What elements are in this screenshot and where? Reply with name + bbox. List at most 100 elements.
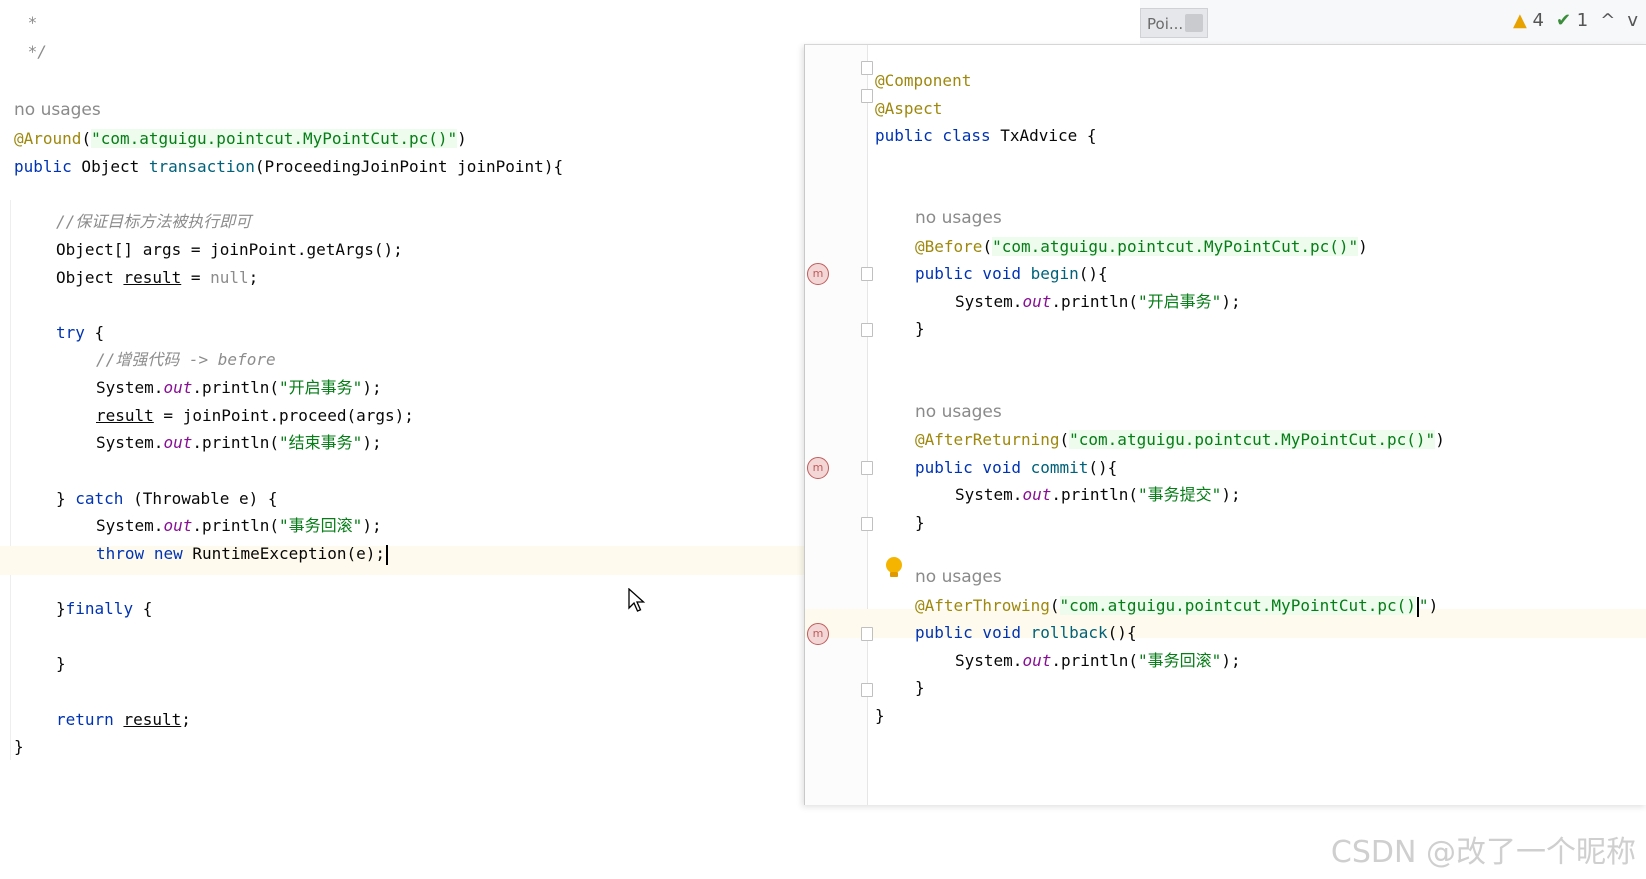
var-result: result [96,406,154,425]
method-params: (ProceedingJoinPoint joinPoint){ [254,157,564,176]
warnings-indicator[interactable]: ▲ 4 [1513,10,1544,31]
comment-line: //增强代码 -> before [96,350,276,369]
brace: { [84,323,105,342]
fold-marker-icon[interactable] [861,323,873,337]
method-commit-sig: public void commit(){ [915,453,1117,482]
return-line: return result; [56,705,191,734]
string-literal: "开启事务" [1138,292,1222,311]
println-call: .println( [192,378,280,397]
tab-pointcut[interactable]: Poi... [1140,8,1208,38]
method-name: begin [1030,264,1079,283]
fold-marker-icon[interactable] [861,267,873,281]
after-returning-line: @AfterReturning("com.atguigu.pointcut.My… [915,430,1445,449]
close-brace: } [915,319,925,338]
checks-count: 1 [1576,10,1589,31]
exception-ctor: RuntimeException(e); [182,544,386,563]
comment-line: * [18,13,38,32]
around-annotation: @Around [14,129,82,148]
try-line: try { [56,318,104,347]
close-brace: } [915,513,925,532]
indent-guide [10,200,11,760]
type-object: Object [56,268,124,287]
pointcut-string: "com.atguigu.pointcut.MyPointCut.pc()" [1069,430,1436,449]
system-ref: System. [96,433,164,452]
annotation-component: @Component [875,71,972,90]
class-declaration: public class TxAdvice { [875,121,1097,150]
gutter [805,45,868,805]
fold-marker-icon[interactable] [861,461,873,475]
string-literal: "事务回滚" [1138,651,1222,670]
var-result: result [123,710,182,729]
keyword-try: try [56,323,85,342]
println-call: .println( [192,516,280,535]
var-result: result [123,268,182,287]
fold-marker-icon[interactable] [861,517,873,531]
after-throwing-line: @AfterThrowing("com.atguigu.pointcut.MyP… [915,596,1439,617]
string-literal: "事务提交" [1138,485,1222,504]
ann-aspect: @Aspect [875,94,942,123]
keyword-public-class: public class [875,126,991,145]
pointcut-string: "com.atguigu.pointcut.MyPointCut.pc() [1059,596,1416,615]
advice-method-icon[interactable]: m [807,623,829,645]
keyword-new: new [153,544,183,563]
method-rollback-sig: public void rollback(){ [915,618,1137,647]
brace: } [56,489,76,508]
usages-hint[interactable]: no usages [915,563,1002,592]
semicolon: ; [181,710,191,729]
next-highlight-button[interactable]: v [1627,10,1638,31]
text-caret [386,544,389,565]
return-type: Object [71,157,149,176]
usages-hint[interactable]: no usages [14,96,101,125]
keyword-return: return [56,710,114,729]
out-field: out [1022,651,1052,670]
paren-brace: (){ [1078,264,1108,283]
code-line-result: Object result = null; [56,263,258,292]
warning-icon: ▲ [1512,10,1527,31]
string-literal: "结束事务" [279,433,363,452]
proceed-call: = joinPoint.proceed(args); [153,406,414,425]
class-name: TxAdvice { [990,126,1097,145]
lightbulb-icon[interactable] [883,555,905,581]
around-annotation-line: @Around("com.atguigu.pointcut.MyPointCut… [14,129,467,148]
fold-marker-icon[interactable] [861,683,873,697]
annotation-after-returning: @AfterReturning [915,430,1060,449]
out-field: out [163,516,193,535]
advice-method-icon[interactable]: m [807,263,829,285]
keyword-public-void: public void [915,458,1021,477]
txadvice-editor-panel[interactable]: m m m @Component @Aspect public class Tx… [804,44,1646,805]
paren-brace: (){ [1088,458,1118,477]
inspection-indicators[interactable]: ▲ 4 ✔ 1 ^ v [1513,10,1638,31]
warnings-count: 4 [1532,10,1544,31]
out-field: out [1022,292,1052,311]
println-commit: System.out.println("事务提交"); [955,485,1241,504]
keyword-public-void: public void [915,264,1021,283]
advice-method-icon[interactable]: m [807,457,829,479]
pointcut-string: "com.atguigu.pointcut.MyPointCut.pc()" [992,237,1359,256]
close-icon[interactable] [1185,14,1203,32]
brace: { [133,599,153,618]
null-literal: null [210,268,249,287]
previous-highlight-button[interactable]: ^ [1600,10,1615,31]
usages-hint[interactable]: no usages [915,398,1002,427]
close-brace: } [56,654,66,673]
tab-label: Poi... [1147,15,1184,33]
fold-marker-icon[interactable] [861,89,873,103]
keyword-catch: catch [75,489,124,508]
system-ref: System. [96,378,164,397]
usages-hint[interactable]: no usages [915,204,1002,233]
keyword-public-void: public void [915,623,1021,642]
ann-component: @Component [875,66,971,95]
throw-line: throw new RuntimeException(e); [96,539,389,568]
close-brace: } [915,678,925,697]
method-begin-sig: public void begin(){ [915,259,1108,288]
catch-params: (Throwable e) { [123,489,278,508]
assign-op: = [181,268,211,287]
fold-marker-icon[interactable] [861,627,873,641]
code-line-args: Object[] args = joinPoint.getArgs(); [56,240,403,259]
mouse-pointer-icon [628,588,646,612]
out-field: out [1022,485,1052,504]
comment-line: //保证目标方法被执行即可 [56,212,252,231]
checks-indicator[interactable]: ✔ 1 [1556,10,1588,31]
check-icon: ✔ [1555,10,1572,31]
fold-marker-icon[interactable] [861,61,873,75]
